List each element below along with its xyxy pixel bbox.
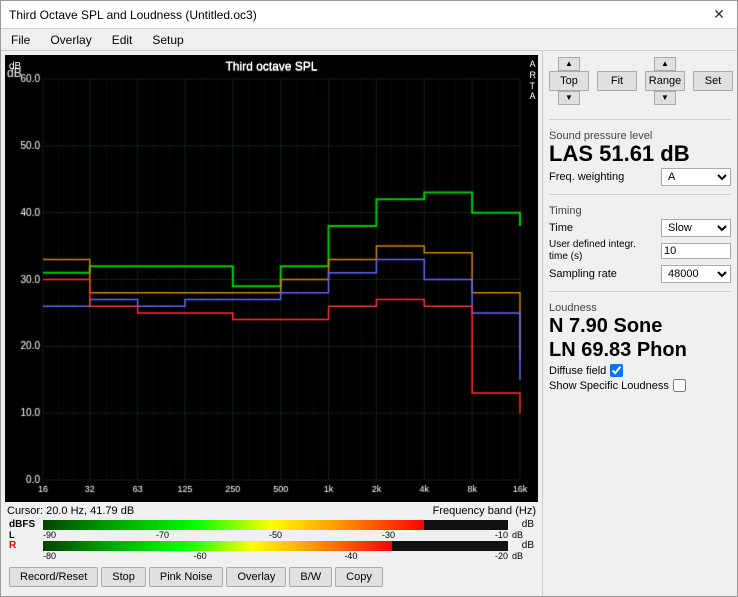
db-label-r2: dB xyxy=(512,551,534,561)
user-defined-label: User defined integr. time (s) xyxy=(549,239,649,263)
sampling-rate-select[interactable]: 48000 44100 96000 xyxy=(661,265,731,283)
timing-section: Timing Time Slow Fast Impulse User defin… xyxy=(549,203,731,283)
stop-button[interactable]: Stop xyxy=(101,567,146,587)
spl-value: LAS 51.61 dB xyxy=(549,142,731,166)
divider-1 xyxy=(549,119,731,120)
nav-controls: ▲ Top ▼ Fit ▲ Range ▼ Set xyxy=(549,57,731,105)
tick-neg80: -80 xyxy=(43,551,56,561)
fit-label-button[interactable]: Fit xyxy=(597,71,637,91)
range-up-button[interactable]: ▲ xyxy=(654,57,676,71)
menu-setup[interactable]: Setup xyxy=(146,32,189,48)
db-unit-top: dB xyxy=(512,519,534,530)
tick-neg70: -70 xyxy=(156,530,169,540)
freq-weighting-select[interactable]: A B C Z xyxy=(661,168,731,186)
tick-neg40: -40 xyxy=(344,551,357,561)
range-label-button[interactable]: Range xyxy=(645,71,685,91)
divider-2 xyxy=(549,194,731,195)
loudness-section-label: Loudness xyxy=(549,302,731,314)
bottom-buttons: Record/Reset Stop Pink Noise Overlay B/W… xyxy=(5,562,538,592)
record-reset-button[interactable]: Record/Reset xyxy=(9,567,98,587)
show-specific-row: Show Specific Loudness xyxy=(549,379,731,392)
show-specific-label: Show Specific Loudness xyxy=(549,380,669,392)
loudness-ln-value: LN 69.83 Phon xyxy=(549,338,731,362)
overlay-button[interactable]: Overlay xyxy=(226,567,286,587)
freq-weighting-label: Freq. weighting xyxy=(549,171,624,183)
menu-file[interactable]: File xyxy=(5,32,36,48)
diffuse-field-checkbox[interactable] xyxy=(610,364,623,377)
level-section: dBFS dB L -90 -70 -50 -30 -10 xyxy=(5,518,538,562)
top-down-button[interactable]: ▼ xyxy=(558,91,580,105)
r-label: R xyxy=(9,540,39,551)
sampling-rate-label: Sampling rate xyxy=(549,268,617,280)
loudness-n-value: N 7.90 Sone xyxy=(549,314,731,338)
menu-edit[interactable]: Edit xyxy=(106,32,139,48)
menu-bar: File Overlay Edit Setup xyxy=(1,29,737,51)
db-unit-bottom: dB xyxy=(512,540,534,551)
tick-neg20: -20 xyxy=(495,551,508,561)
user-defined-row: User defined integr. time (s) xyxy=(549,239,731,263)
cursor-info: Cursor: 20.0 Hz, 41.79 dB xyxy=(7,505,134,517)
set-label-button[interactable]: Set xyxy=(693,71,733,91)
y-axis-label: dB xyxy=(9,61,21,72)
dbfs-label: dBFS xyxy=(9,519,39,530)
chart-title: Third octave SPL xyxy=(225,59,317,73)
l-label: L xyxy=(9,530,39,540)
title-bar: Third Octave SPL and Loudness (Untitled.… xyxy=(1,1,737,29)
user-defined-input[interactable] xyxy=(661,243,731,259)
main-content: Third octave SPL dB ARTA Cursor: 20.0 Hz… xyxy=(1,51,737,596)
time-label: Time xyxy=(549,222,573,234)
chart-container: Third octave SPL dB ARTA xyxy=(5,55,538,502)
pink-noise-button[interactable]: Pink Noise xyxy=(149,567,224,587)
range-down-button[interactable]: ▼ xyxy=(654,91,676,105)
db-label-r1: dB xyxy=(512,530,534,540)
arta-label: ARTA xyxy=(530,59,537,102)
top-label-button[interactable]: Top xyxy=(549,71,589,91)
close-button[interactable]: ✕ xyxy=(709,5,729,25)
chart-canvas xyxy=(5,55,538,502)
freq-weighting-row: Freq. weighting A B C Z xyxy=(549,168,731,186)
fit-nav-group: Fit xyxy=(597,57,637,105)
tick-neg50: -50 xyxy=(269,530,282,540)
tick-neg10: -10 xyxy=(495,530,508,540)
sampling-rate-row: Sampling rate 48000 44100 96000 xyxy=(549,265,731,283)
tick-neg90: -90 xyxy=(43,530,56,540)
top-nav-group: ▲ Top ▼ xyxy=(549,57,589,105)
tick-neg60: -60 xyxy=(194,551,207,561)
tick-neg30: -30 xyxy=(382,530,395,540)
spl-section: Sound pressure level LAS 51.61 dB Freq. … xyxy=(549,128,731,186)
loudness-section: Loudness N 7.90 Sone LN 69.83 Phon Diffu… xyxy=(549,300,731,392)
chart-footer: Cursor: 20.0 Hz, 41.79 dB Frequency band… xyxy=(5,504,538,518)
timing-section-label: Timing xyxy=(549,205,731,217)
copy-button[interactable]: Copy xyxy=(335,567,383,587)
divider-3 xyxy=(549,291,731,292)
set-nav-group: Set xyxy=(693,57,733,105)
diffuse-field-label: Diffuse field xyxy=(549,365,606,377)
bw-button[interactable]: B/W xyxy=(289,567,332,587)
diffuse-field-row: Diffuse field xyxy=(549,364,731,377)
window-title: Third Octave SPL and Loudness (Untitled.… xyxy=(9,8,257,22)
right-panel: ▲ Top ▼ Fit ▲ Range ▼ Set xyxy=(542,51,737,596)
show-specific-checkbox[interactable] xyxy=(673,379,686,392)
time-row: Time Slow Fast Impulse xyxy=(549,219,731,237)
time-select[interactable]: Slow Fast Impulse xyxy=(661,219,731,237)
freq-label: Frequency band (Hz) xyxy=(433,505,536,517)
menu-overlay[interactable]: Overlay xyxy=(44,32,97,48)
main-window: Third Octave SPL and Loudness (Untitled.… xyxy=(0,0,738,597)
chart-area: Third octave SPL dB ARTA Cursor: 20.0 Hz… xyxy=(1,51,542,596)
top-up-button[interactable]: ▲ xyxy=(558,57,580,71)
range-nav-group: ▲ Range ▼ xyxy=(645,57,685,105)
